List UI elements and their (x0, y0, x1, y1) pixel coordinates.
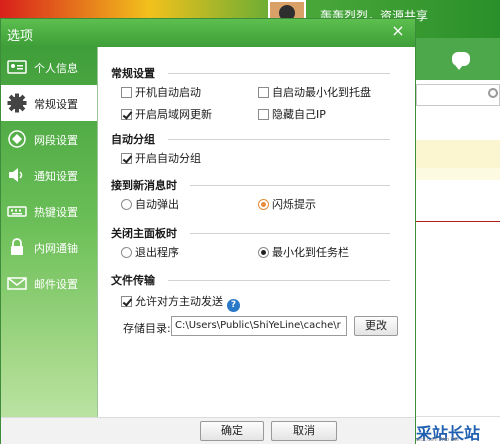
cancel-button[interactable]: 取消 (271, 421, 337, 441)
lan-update-label: 开启局域网更新 (135, 108, 212, 121)
options-dialog: 选项 × 个人信息 常规设置 网段设置 通知设置 热键设置 内网通铀 邮件设置 … (0, 18, 416, 444)
autogroup-checkbox[interactable]: 开启自动分组 (121, 150, 201, 166)
minimize-taskbar-label: 最小化到任务栏 (272, 246, 349, 259)
section-divider (168, 139, 390, 140)
options-content: 常规设置 开机自动启动 自启动最小化到托盘 开启局域网更新 隐藏自己IP 自动分… (97, 47, 415, 443)
popup-radio[interactable]: 自动弹出 (121, 196, 179, 212)
section-divider (168, 73, 390, 74)
contact-row[interactable] (416, 168, 500, 180)
mail-icon (7, 273, 27, 293)
sidebar-item-label: 常规设置 (34, 98, 78, 111)
lock-icon (7, 237, 27, 257)
checkbox-box-checked[interactable] (121, 109, 132, 120)
sidebar-item-intranet[interactable]: 内网通铀 (1, 229, 97, 265)
radio-circle[interactable] (121, 199, 132, 210)
sidebar-item-personal-info[interactable]: 个人信息 (1, 49, 97, 85)
checkbox-box[interactable] (258, 109, 269, 120)
sidebar-item-label: 邮件设置 (34, 278, 78, 291)
options-sidebar: 个人信息 常规设置 网段设置 通知设置 热键设置 内网通铀 邮件设置 (1, 47, 97, 443)
dialog-footer: 确定 取消 (1, 417, 415, 444)
section-title-general: 常规设置 (111, 67, 155, 80)
network-icon (7, 129, 27, 149)
id-card-icon (7, 57, 27, 77)
radio-circle-selected[interactable] (258, 247, 269, 258)
minimize-tray-label: 自启动最小化到托盘 (272, 86, 371, 99)
hide-ip-checkbox[interactable]: 隐藏自己IP (258, 106, 326, 122)
storage-dir-field[interactable]: C:\Users\Public\ShiYeLine\cache\r (171, 316, 347, 336)
section-title-file-transfer: 文件传输 (111, 274, 155, 287)
sidebar-item-mail[interactable]: 邮件设置 (1, 265, 97, 301)
sidebar-item-general[interactable]: 常规设置 (1, 85, 97, 121)
sidebar-item-label: 内网通铀 (34, 242, 78, 255)
minimize-tray-checkbox[interactable]: 自启动最小化到托盘 (258, 84, 371, 100)
sidebar-item-label: 个人信息 (34, 62, 78, 75)
checkbox-box[interactable] (121, 87, 132, 98)
autostart-label: 开机自动启动 (135, 86, 201, 99)
sidebar-item-label: 热键设置 (34, 206, 78, 219)
checkbox-box[interactable] (258, 87, 269, 98)
section-divider (190, 185, 390, 186)
search-input[interactable] (416, 84, 500, 106)
dialog-titlebar[interactable]: 选项 × (1, 19, 415, 47)
ok-button[interactable]: 确定 (200, 421, 264, 441)
speaker-icon (7, 165, 27, 185)
lan-update-checkbox[interactable]: 开启局域网更新 (121, 106, 212, 122)
close-icon[interactable]: × (389, 22, 407, 40)
gear-icon (7, 93, 27, 113)
flash-label: 闪烁提示 (272, 198, 316, 211)
section-title-close-panel: 关闭主面板时 (111, 227, 177, 240)
section-title-new-message: 接到新消息时 (111, 179, 177, 192)
checkbox-box-checked[interactable] (121, 153, 132, 164)
dialog-title: 选项 (7, 29, 34, 44)
popup-label: 自动弹出 (135, 198, 179, 211)
change-dir-button[interactable]: 更改 (354, 316, 398, 336)
sidebar-item-hotkey[interactable]: 热键设置 (1, 193, 97, 229)
section-divider (168, 280, 390, 281)
help-icon[interactable]: ? (227, 299, 240, 312)
section-title-autogroup: 自动分组 (111, 133, 155, 146)
search-icon[interactable] (488, 88, 498, 98)
autogroup-label: 开启自动分组 (135, 152, 201, 165)
sidebar-item-notification[interactable]: 通知设置 (1, 157, 97, 193)
radio-circle[interactable] (121, 247, 132, 258)
allow-send-checkbox[interactable]: 允许对方主动发送? (121, 293, 240, 312)
chat-icon[interactable] (452, 52, 470, 70)
sidebar-item-network[interactable]: 网段设置 (1, 121, 97, 157)
hide-ip-label: 隐藏自己IP (272, 108, 326, 121)
allow-send-label: 允许对方主动发送 (135, 295, 223, 308)
exit-program-radio[interactable]: 退出程序 (121, 244, 179, 260)
checkbox-box-checked[interactable] (121, 296, 132, 307)
minimize-taskbar-radio[interactable]: 最小化到任务栏 (258, 244, 349, 260)
flash-radio[interactable]: 闪烁提示 (258, 196, 316, 212)
autostart-checkbox[interactable]: 开机自动启动 (121, 84, 201, 100)
sidebar-item-label: 通知设置 (34, 170, 78, 183)
radio-circle-selected[interactable] (258, 199, 269, 210)
storage-dir-label: 存储目录: (123, 322, 171, 335)
section-divider (190, 233, 390, 234)
sidebar-item-label: 网段设置 (34, 134, 78, 147)
contact-row-highlight[interactable] (416, 140, 500, 168)
keyboard-icon (7, 201, 27, 221)
exit-program-label: 退出程序 (135, 246, 179, 259)
